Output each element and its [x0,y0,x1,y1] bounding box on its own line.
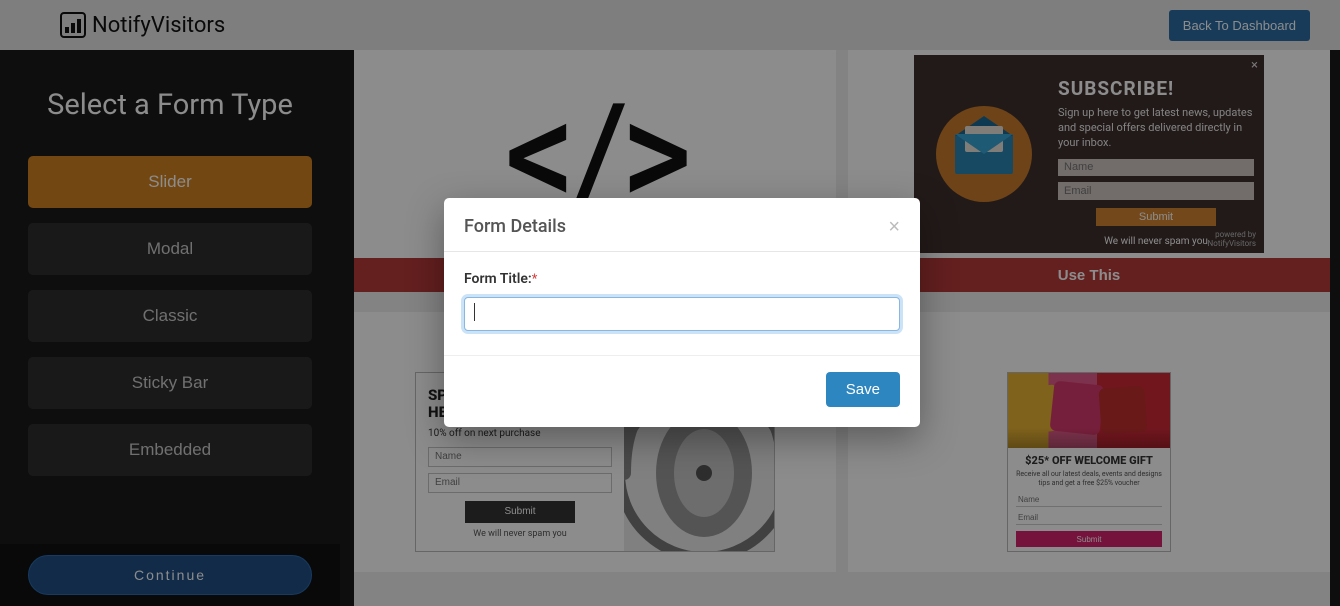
save-button[interactable]: Save [826,372,900,407]
modal-title: Form Details [464,216,566,237]
modal-close-button[interactable]: × [888,217,900,237]
form-title-label: Form Title: [464,271,532,287]
form-title-input[interactable] [464,297,900,331]
required-mark: * [532,272,538,287]
text-caret [474,303,475,321]
form-details-modal: Form Details × Form Title:* Save [444,198,920,427]
